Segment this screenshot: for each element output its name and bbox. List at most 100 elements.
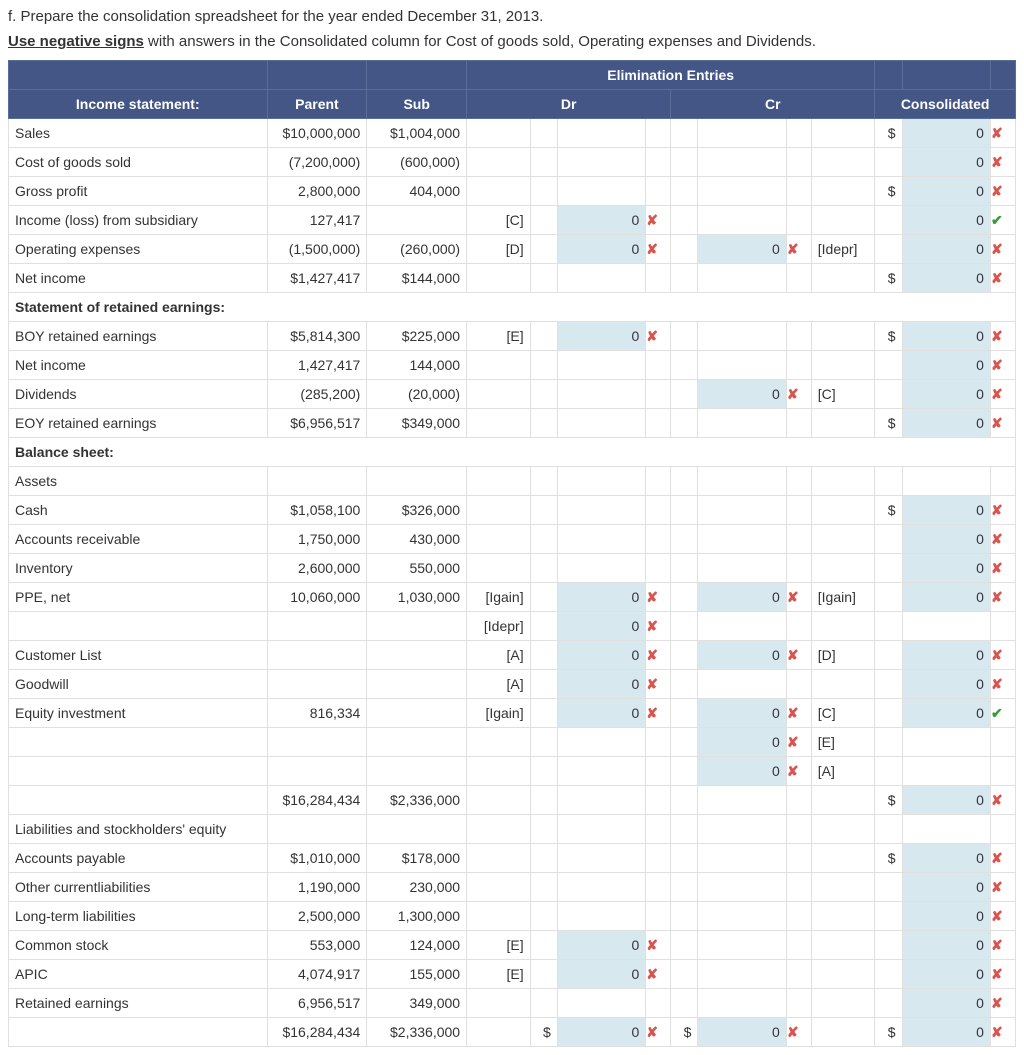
dr-input[interactable]: 0 bbox=[557, 699, 645, 728]
parent-value bbox=[267, 757, 367, 786]
cross-icon bbox=[786, 525, 811, 554]
cell-blank bbox=[267, 467, 367, 496]
dr-tag: [E] bbox=[467, 322, 531, 351]
cr-symbol bbox=[671, 525, 698, 554]
consolidated-input[interactable]: 0 bbox=[902, 902, 990, 931]
dr-input[interactable]: 0 bbox=[557, 931, 645, 960]
consolidated-input[interactable]: 0 bbox=[902, 699, 990, 728]
cross-icon: ✘ bbox=[990, 844, 1015, 873]
consolidated-input[interactable]: 0 bbox=[902, 264, 990, 293]
dr-input[interactable]: 0 bbox=[557, 206, 645, 235]
dr-input[interactable]: 0 bbox=[557, 235, 645, 264]
cr-input bbox=[698, 873, 786, 902]
cross-icon: ✘ bbox=[786, 380, 811, 409]
consolidated-input[interactable]: 0 bbox=[902, 931, 990, 960]
consolidated-input[interactable]: 0 bbox=[902, 554, 990, 583]
consolidated-input[interactable]: 0 bbox=[902, 873, 990, 902]
consolidated-symbol bbox=[875, 757, 902, 786]
cr-input[interactable]: 0 bbox=[698, 728, 786, 757]
consolidated-input[interactable]: 0 bbox=[902, 670, 990, 699]
consolidated-input[interactable]: 0 bbox=[902, 641, 990, 670]
cell-blank bbox=[786, 467, 811, 496]
cr-input[interactable]: 0 bbox=[698, 1018, 786, 1047]
instruction-note-prefix: Use negative signs bbox=[8, 33, 144, 50]
cross-icon bbox=[646, 728, 671, 757]
dr-tag: [E] bbox=[467, 931, 531, 960]
consolidated-input[interactable]: 0 bbox=[902, 148, 990, 177]
consolidated-input[interactable]: 0 bbox=[902, 786, 990, 815]
sub-value bbox=[367, 699, 467, 728]
dr-input[interactable]: 0 bbox=[557, 612, 645, 641]
cr-tag: [A] bbox=[811, 757, 875, 786]
parent-value: 2,800,000 bbox=[267, 177, 367, 206]
consolidated-input[interactable]: 0 bbox=[902, 960, 990, 989]
consolidated-input[interactable]: 0 bbox=[902, 409, 990, 438]
cell-blank bbox=[875, 815, 902, 844]
cross-icon bbox=[990, 612, 1015, 641]
dr-input bbox=[557, 380, 645, 409]
cr-input[interactable]: 0 bbox=[698, 757, 786, 786]
cross-icon: ✘ bbox=[990, 989, 1015, 1018]
consolidated-input[interactable]: 0 bbox=[902, 119, 990, 148]
dr-tag bbox=[467, 525, 531, 554]
consolidated-input[interactable]: 0 bbox=[902, 844, 990, 873]
consolidated-input[interactable]: 0 bbox=[902, 351, 990, 380]
cross-icon bbox=[786, 322, 811, 351]
hdr-parent: Parent bbox=[267, 90, 367, 119]
dr-input[interactable]: 0 bbox=[557, 641, 645, 670]
cr-input[interactable]: 0 bbox=[698, 380, 786, 409]
cr-input[interactable]: 0 bbox=[698, 583, 786, 612]
cross-icon bbox=[786, 148, 811, 177]
parent-value: 2,600,000 bbox=[267, 554, 367, 583]
row-label: Common stock bbox=[9, 931, 268, 960]
parent-value bbox=[267, 612, 367, 641]
consolidated-input[interactable]: 0 bbox=[902, 1018, 990, 1047]
consolidated-input[interactable]: 0 bbox=[902, 496, 990, 525]
dr-symbol bbox=[530, 960, 557, 989]
cr-input bbox=[698, 119, 786, 148]
parent-value bbox=[267, 641, 367, 670]
parent-value: (285,200) bbox=[267, 380, 367, 409]
dr-tag bbox=[467, 380, 531, 409]
dr-input[interactable]: 0 bbox=[557, 1018, 645, 1047]
cr-tag: [Idepr] bbox=[811, 235, 875, 264]
cr-tag bbox=[811, 409, 875, 438]
cr-input[interactable]: 0 bbox=[698, 699, 786, 728]
consolidated-input[interactable]: 0 bbox=[902, 380, 990, 409]
cross-icon bbox=[646, 525, 671, 554]
dr-tag bbox=[467, 554, 531, 583]
cr-tag bbox=[811, 989, 875, 1018]
cross-icon: ✘ bbox=[646, 235, 671, 264]
cross-icon: ✘ bbox=[990, 351, 1015, 380]
dr-input[interactable]: 0 bbox=[557, 670, 645, 699]
cross-icon bbox=[990, 757, 1015, 786]
cross-icon: ✘ bbox=[990, 177, 1015, 206]
consolidated-input[interactable]: 0 bbox=[902, 235, 990, 264]
sub-value: $178,000 bbox=[367, 844, 467, 873]
cross-icon: ✘ bbox=[646, 931, 671, 960]
cross-icon: ✘ bbox=[646, 960, 671, 989]
dr-symbol bbox=[530, 235, 557, 264]
dr-input[interactable]: 0 bbox=[557, 322, 645, 351]
cr-input[interactable]: 0 bbox=[698, 641, 786, 670]
cr-tag: [C] bbox=[811, 380, 875, 409]
consolidated-input[interactable]: 0 bbox=[902, 989, 990, 1018]
cross-icon bbox=[786, 989, 811, 1018]
dr-input[interactable]: 0 bbox=[557, 960, 645, 989]
consolidated-input[interactable]: 0 bbox=[902, 322, 990, 351]
consolidated-input[interactable]: 0 bbox=[902, 206, 990, 235]
dr-input[interactable]: 0 bbox=[557, 583, 645, 612]
row-label: Accounts receivable bbox=[9, 525, 268, 554]
cross-icon: ✘ bbox=[990, 931, 1015, 960]
sub-value: 1,030,000 bbox=[367, 583, 467, 612]
cross-icon: ✘ bbox=[786, 583, 811, 612]
cross-icon bbox=[786, 119, 811, 148]
consolidated-input[interactable]: 0 bbox=[902, 525, 990, 554]
parent-value: $16,284,434 bbox=[267, 786, 367, 815]
cr-input[interactable]: 0 bbox=[698, 235, 786, 264]
consolidated-input[interactable]: 0 bbox=[902, 177, 990, 206]
cr-symbol bbox=[671, 612, 698, 641]
sub-value: 550,000 bbox=[367, 554, 467, 583]
consolidated-input[interactable]: 0 bbox=[902, 583, 990, 612]
dr-tag bbox=[467, 902, 531, 931]
